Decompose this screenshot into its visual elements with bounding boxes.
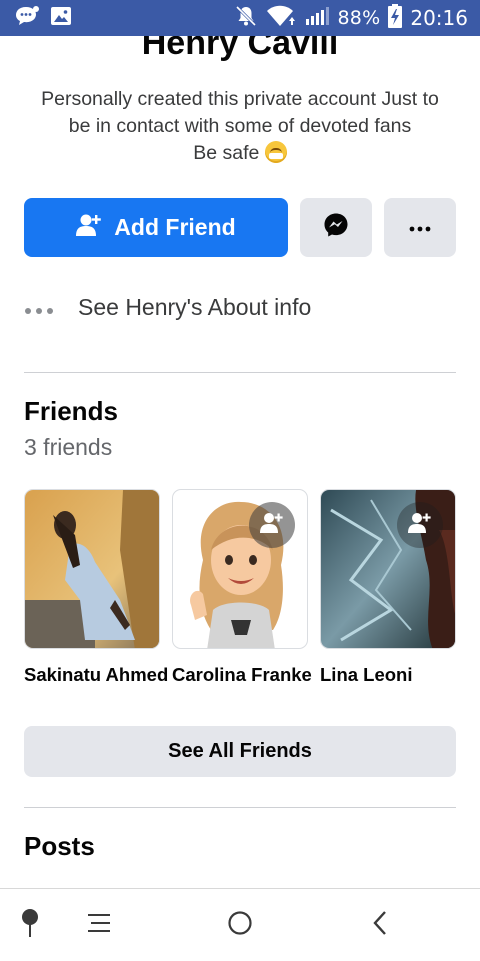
- see-all-friends-button[interactable]: See All Friends: [24, 726, 456, 777]
- pin-icon: [19, 908, 41, 943]
- bio-line: be in contact with some of devoted fans: [68, 115, 412, 137]
- back-button[interactable]: [358, 889, 402, 961]
- add-friend-button[interactable]: Add Friend: [24, 198, 288, 257]
- add-friend-badge[interactable]: [397, 502, 443, 548]
- add-person-icon: [408, 512, 432, 539]
- messenger-icon: [323, 212, 349, 243]
- pin-button[interactable]: [8, 889, 52, 961]
- friend-photo[interactable]: [320, 489, 456, 649]
- add-person-icon: [76, 213, 102, 243]
- grimacing-emoji-icon: [264, 141, 287, 163]
- home-circle-icon: [227, 910, 253, 941]
- friend-name[interactable]: Sakinatu Ahmed: [24, 664, 168, 686]
- friend-card[interactable]: Sakinatu Ahmed: [24, 489, 168, 685]
- signal-icon: [304, 6, 330, 30]
- clock: 20:16: [410, 6, 468, 30]
- friend-name[interactable]: Lina Leoni: [320, 664, 413, 686]
- navigation-bar: [0, 888, 480, 960]
- profile-name: Henry Cavill: [141, 36, 339, 62]
- bio-line: Be safe: [193, 142, 260, 164]
- about-info-label: See Henry's About info: [78, 294, 312, 320]
- friends-count: 3 friends: [24, 434, 113, 460]
- status-bar: 88% 20:16: [0, 0, 480, 36]
- ellipsis-icon: [24, 294, 54, 321]
- more-options-button[interactable]: [384, 198, 456, 257]
- status-left-icons: [14, 5, 72, 31]
- posts-section-title: Posts: [24, 831, 95, 861]
- home-button[interactable]: [216, 889, 264, 961]
- friend-card[interactable]: Carolina Franke: [172, 489, 312, 685]
- chat-notification-icon: [14, 5, 40, 31]
- image-notification-icon: [50, 5, 72, 31]
- divider: [24, 807, 456, 808]
- battery-percent: 88%: [337, 7, 381, 29]
- bio-line-with-emoji: Be safe: [22, 140, 458, 167]
- profile-content: Henry Cavill Personally created this pri…: [0, 36, 480, 888]
- menu-lines-icon: [87, 913, 111, 938]
- add-friend-label: Add Friend: [114, 214, 236, 240]
- ellipsis-icon: [409, 219, 431, 237]
- see-about-info-link[interactable]: See Henry's About info: [24, 294, 311, 321]
- friend-photo[interactable]: [24, 489, 160, 649]
- divider: [24, 372, 456, 373]
- wifi-icon: [266, 5, 296, 31]
- mute-bell-icon: [234, 4, 258, 32]
- friend-card[interactable]: Lina Leoni: [320, 489, 456, 685]
- friend-photo[interactable]: [172, 489, 308, 649]
- messenger-button[interactable]: [300, 198, 372, 257]
- friend-name[interactable]: Carolina Franke: [172, 664, 312, 686]
- back-chevron-icon: [371, 910, 389, 941]
- bio-line: Personally created this private account …: [41, 88, 439, 110]
- add-friend-badge[interactable]: [249, 502, 295, 548]
- battery-charging-icon: [388, 4, 403, 32]
- menu-button[interactable]: [76, 889, 122, 961]
- profile-bio: Personally created this private account …: [22, 86, 458, 167]
- status-right-icons: 88% 20:16: [234, 4, 468, 32]
- friends-section-title: Friends: [24, 396, 118, 426]
- add-person-icon: [260, 512, 284, 539]
